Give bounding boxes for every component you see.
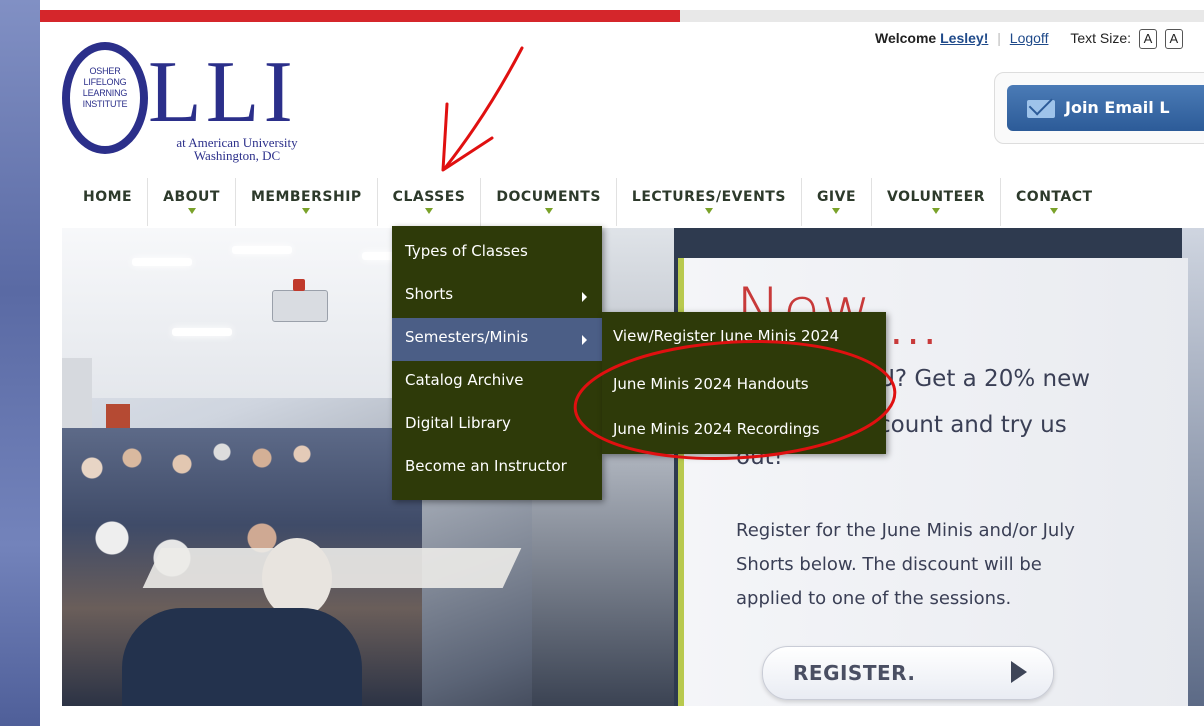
menu-item-label: Shorts: [405, 285, 454, 303]
nav-volunteer[interactable]: VOLUNTEER: [872, 178, 1002, 226]
dropdown-triangle-icon: [704, 208, 713, 214]
submenu-item-label: June Minis 2024 Handouts: [613, 375, 809, 393]
nav-classes[interactable]: CLASSES: [378, 178, 482, 226]
menu-item-catalog-archive[interactable]: Catalog Archive: [392, 361, 602, 404]
menu-item-become-instructor[interactable]: Become an Instructor: [392, 447, 602, 490]
menu-item-label: Catalog Archive: [405, 371, 524, 389]
promo-body-line: Register for the June Minis and/or July: [736, 520, 1075, 541]
mail-icon: [1027, 99, 1055, 118]
ceiling-light: [132, 258, 192, 266]
promo-title-dots: ...: [890, 308, 941, 354]
submenu-arrow-icon: [582, 292, 587, 302]
dropdown-triangle-icon: [302, 208, 311, 214]
top-accent-bar: [40, 10, 680, 22]
logo-o-text: OSHER LIFELONG LEARNING INSTITUTE: [76, 66, 134, 110]
ceiling-light: [232, 246, 292, 254]
nav-lectures-events[interactable]: LECTURES/EVENTS: [617, 178, 802, 226]
menu-item-types-of-classes[interactable]: Types of Classes: [392, 232, 602, 275]
wall-sign: [106, 404, 130, 430]
text-size-large-button[interactable]: A: [1164, 29, 1183, 49]
logo-word: INSTITUTE: [82, 99, 128, 109]
nav-membership[interactable]: MEMBERSHIP: [236, 178, 378, 226]
foreground-person: [122, 608, 362, 706]
olli-logo[interactable]: OSHER LIFELONG LEARNING INSTITUTE LLI at…: [62, 40, 322, 180]
menu-item-label: Become an Instructor: [405, 457, 567, 475]
welcome-label: Welcome: [875, 30, 937, 46]
menu-item-label: Semesters/Minis: [405, 328, 529, 346]
nav-home[interactable]: HOME: [70, 178, 149, 226]
submenu-arrow-icon: [582, 335, 587, 345]
menu-item-label: Digital Library: [405, 414, 511, 432]
header-user-bar: Welcome Lesley! | Logoff Text Size: A A: [875, 29, 1183, 49]
logo-word: LEARNING: [82, 88, 128, 98]
logo-lli: LLI: [148, 44, 297, 141]
menu-item-label: Types of Classes: [405, 242, 528, 260]
promo-body-line: applied to one of the sessions.: [736, 588, 1012, 609]
join-email-button[interactable]: Join Email L: [1007, 85, 1204, 131]
top-gray-bar: [680, 10, 1204, 22]
dropdown-triangle-icon: [932, 208, 941, 214]
website-page: OSHER LIFELONG LEARNING INSTITUTE LLI at…: [40, 0, 1204, 726]
nav-about[interactable]: ABOUT: [148, 178, 236, 226]
play-arrow-icon: [1011, 661, 1027, 683]
nav-documents[interactable]: DOCUMENTS: [481, 178, 617, 226]
menu-item-semesters-minis[interactable]: Semesters/Minis: [392, 318, 602, 361]
nav-label: HOME: [83, 189, 133, 205]
foreground-head: [262, 538, 332, 618]
dropdown-triangle-icon: [832, 208, 841, 214]
promo-body: Register for the June Minis and/or July …: [736, 514, 1136, 616]
user-name-link[interactable]: Lesley!: [940, 30, 988, 46]
submenu-item-label: June Minis 2024 Recordings: [613, 420, 820, 438]
logo-sub-line: Washington, DC: [193, 148, 281, 163]
dropdown-triangle-icon: [187, 208, 196, 214]
logo-word: OSHER: [89, 66, 121, 76]
dropdown-triangle-icon: [544, 208, 553, 214]
join-email-box: Join Email L: [994, 72, 1204, 144]
classroom-table: [142, 548, 522, 588]
ceiling-light: [172, 328, 232, 336]
classes-dropdown-menu: Types of Classes Shorts Semesters/Minis …: [392, 226, 602, 500]
nav-give[interactable]: GIVE: [802, 178, 873, 226]
submenu-item-label: View/Register June Minis 2024: [613, 327, 840, 345]
logo-subtitle: at American University Washington, DC: [152, 136, 322, 162]
projector: [272, 279, 328, 322]
text-size-label: Text Size:: [1070, 30, 1132, 46]
submenu-item-recordings[interactable]: June Minis 2024 Recordings: [602, 405, 886, 448]
dropdown-triangle-icon: [1050, 208, 1059, 214]
join-email-label: Join Email L: [1065, 98, 1170, 117]
page-background: [0, 0, 40, 726]
text-size-small-button[interactable]: A: [1138, 29, 1157, 49]
menu-item-shorts[interactable]: Shorts: [392, 275, 602, 318]
divider: |: [997, 30, 1001, 46]
promo-body-line: Shorts below. The discount will be: [736, 554, 1042, 575]
main-navigation: HOME ABOUT MEMBERSHIP CLASSES DOCUMENTS …: [70, 178, 1204, 226]
submenu-item-handouts[interactable]: June Minis 2024 Handouts: [602, 360, 886, 403]
menu-item-digital-library[interactable]: Digital Library: [392, 404, 602, 447]
register-button[interactable]: REGISTER.: [762, 646, 1054, 700]
nav-contact[interactable]: CONTACT: [1001, 178, 1108, 226]
logoff-link[interactable]: Logoff: [1010, 30, 1049, 46]
dropdown-triangle-icon: [425, 208, 434, 214]
semesters-submenu: View/Register June Minis 2024 June Minis…: [602, 312, 886, 454]
register-label: REGISTER.: [793, 661, 916, 685]
logo-word: LIFELONG: [83, 77, 127, 87]
submenu-item-view-register[interactable]: View/Register June Minis 2024: [602, 312, 886, 355]
